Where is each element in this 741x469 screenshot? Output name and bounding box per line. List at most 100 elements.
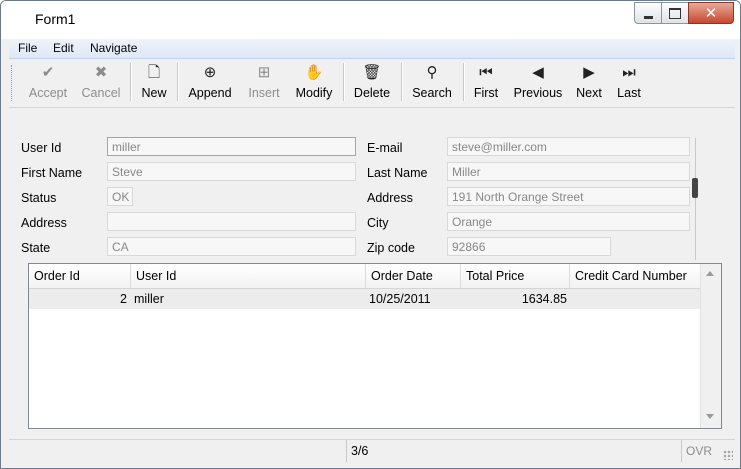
scroll-down-icon[interactable] — [706, 414, 714, 419]
form-scrollbar[interactable] — [692, 138, 700, 260]
trash-icon: 🗑 — [362, 64, 382, 81]
toolbar-grip[interactable] — [11, 65, 15, 101]
toolbar: ✔ Accept ✖ Cancel 🗋 New ⊕ Append ⊞ Inser… — [9, 59, 735, 108]
address-left-field[interactable] — [107, 212, 356, 231]
search-button[interactable]: ⚲ Search — [407, 59, 457, 107]
email-label: E-mail — [367, 141, 403, 155]
next-button[interactable]: ▶ Next — [572, 59, 606, 107]
column-credit-card-number[interactable]: Credit Card Number — [570, 264, 701, 288]
status-field[interactable]: OK — [107, 187, 133, 206]
cell-order-date: 10/25/2011 — [369, 292, 431, 306]
append-button[interactable]: ⊕ Append — [183, 59, 237, 107]
new-document-icon: 🗋 — [147, 64, 161, 81]
x-icon: ✖ — [94, 64, 108, 81]
record-position: 3/6 — [346, 440, 368, 462]
binoculars-icon: ⚲ — [426, 64, 438, 81]
minimize-button[interactable] — [634, 2, 662, 24]
scroll-up-icon[interactable] — [706, 271, 714, 276]
status-bar: 3/6 OVR — [9, 439, 735, 462]
column-order-date[interactable]: Order Date — [366, 264, 461, 288]
next-label: Next — [576, 86, 602, 100]
insert-record-icon: ⊞ — [257, 64, 271, 81]
toolbar-separator — [401, 63, 403, 101]
new-button[interactable]: 🗋 New — [136, 59, 172, 107]
grid-scrollbar[interactable] — [700, 264, 721, 428]
minimize-icon — [643, 15, 653, 19]
toolbar-separator — [343, 63, 345, 101]
maximize-icon — [669, 7, 681, 19]
column-order-id[interactable]: Order Id — [29, 264, 131, 288]
previous-record-icon: ◀ — [532, 64, 544, 81]
insert-label: Insert — [248, 86, 280, 100]
append-record-icon: ⊕ — [203, 64, 217, 81]
email-field[interactable]: steve@miller.com — [447, 137, 690, 156]
search-label: Search — [412, 86, 452, 100]
last-name-label: Last Name — [367, 166, 428, 180]
cell-total-price: 1634.85 — [521, 292, 567, 306]
size-grip-icon[interactable] — [723, 450, 733, 460]
hand-pointer-icon: ✋ — [304, 64, 324, 81]
first-name-field[interactable]: Steve — [107, 162, 356, 181]
window-controls: ✕ — [634, 2, 734, 24]
status-label: Status — [21, 191, 57, 205]
last-record-icon: ⏭ — [622, 64, 636, 81]
grid-header: Order Id User Id Order Date Total Price … — [29, 264, 701, 289]
delete-label: Delete — [353, 86, 391, 100]
modify-label: Modify — [295, 86, 333, 100]
address-left-label: Address — [21, 216, 67, 230]
first-name-label: First Name — [21, 166, 83, 180]
toolbar-separator — [177, 63, 179, 101]
form-scroll-thumb[interactable] — [692, 178, 698, 198]
last-button[interactable]: ⏭ Last — [612, 59, 646, 107]
menu-bar: File Edit Navigate — [9, 39, 735, 59]
zip-code-field[interactable]: 92866 — [447, 237, 611, 256]
cell-credit-card-number — [573, 289, 699, 309]
toolbar-separator — [463, 63, 465, 101]
close-icon: ✕ — [704, 3, 718, 22]
column-user-id[interactable]: User Id — [131, 264, 366, 288]
menu-edit[interactable]: Edit — [53, 41, 74, 55]
address-right-label: Address — [367, 191, 413, 205]
user-id-label: User Id — [21, 141, 62, 155]
last-name-field[interactable]: Miller — [447, 162, 690, 181]
table-row[interactable]: 2 miller 10/25/2011 1634.85 — [29, 289, 701, 309]
title-bar[interactable]: Form1 ✕ — [1, 1, 740, 39]
user-id-field[interactable]: miller — [107, 137, 356, 156]
cell-order-id: 2 — [120, 292, 127, 306]
previous-button[interactable]: ◀ Previous — [509, 59, 567, 107]
city-label: City — [367, 216, 389, 230]
checkmark-icon: ✔ — [41, 64, 55, 81]
last-label: Last — [617, 86, 641, 100]
city-field[interactable]: Orange — [447, 212, 690, 231]
insert-button[interactable]: ⊞ Insert — [242, 59, 286, 107]
state-label: State — [21, 241, 51, 255]
zip-code-label: Zip code — [367, 241, 415, 255]
delete-button[interactable]: 🗑 Delete — [349, 59, 395, 107]
close-button[interactable]: ✕ — [688, 2, 734, 24]
cell-user-id: miller — [134, 292, 164, 306]
accept-label: Accept — [28, 86, 68, 100]
state-field[interactable]: CA — [107, 237, 356, 256]
window-title: Form1 — [35, 11, 76, 27]
main-window: Form1 ✕ File Edit Navigate ✔ Accept ✖ Ca… — [0, 0, 741, 469]
previous-label: Previous — [513, 86, 563, 100]
overwrite-mode-indicator: OVR — [681, 440, 712, 462]
menu-navigate[interactable]: Navigate — [90, 41, 137, 55]
form-scroll-track — [695, 138, 696, 260]
next-record-icon: ▶ — [583, 64, 595, 81]
append-label: Append — [188, 86, 232, 100]
cancel-label: Cancel — [81, 86, 121, 100]
modify-button[interactable]: ✋ Modify — [290, 59, 338, 107]
column-total-price[interactable]: Total Price — [461, 264, 570, 288]
accept-button[interactable]: ✔ Accept — [23, 59, 73, 107]
address-right-field[interactable]: 191 North Orange Street — [447, 187, 690, 206]
maximize-button[interactable] — [661, 2, 689, 24]
cancel-button[interactable]: ✖ Cancel — [76, 59, 126, 107]
first-record-icon: ⏮ — [479, 64, 493, 81]
first-label: First — [473, 86, 499, 100]
orders-grid: Order Id User Id Order Date Total Price … — [28, 263, 722, 429]
new-label: New — [141, 86, 167, 100]
toolbar-separator — [130, 63, 132, 101]
menu-file[interactable]: File — [18, 41, 37, 55]
first-button[interactable]: ⏮ First — [469, 59, 503, 107]
